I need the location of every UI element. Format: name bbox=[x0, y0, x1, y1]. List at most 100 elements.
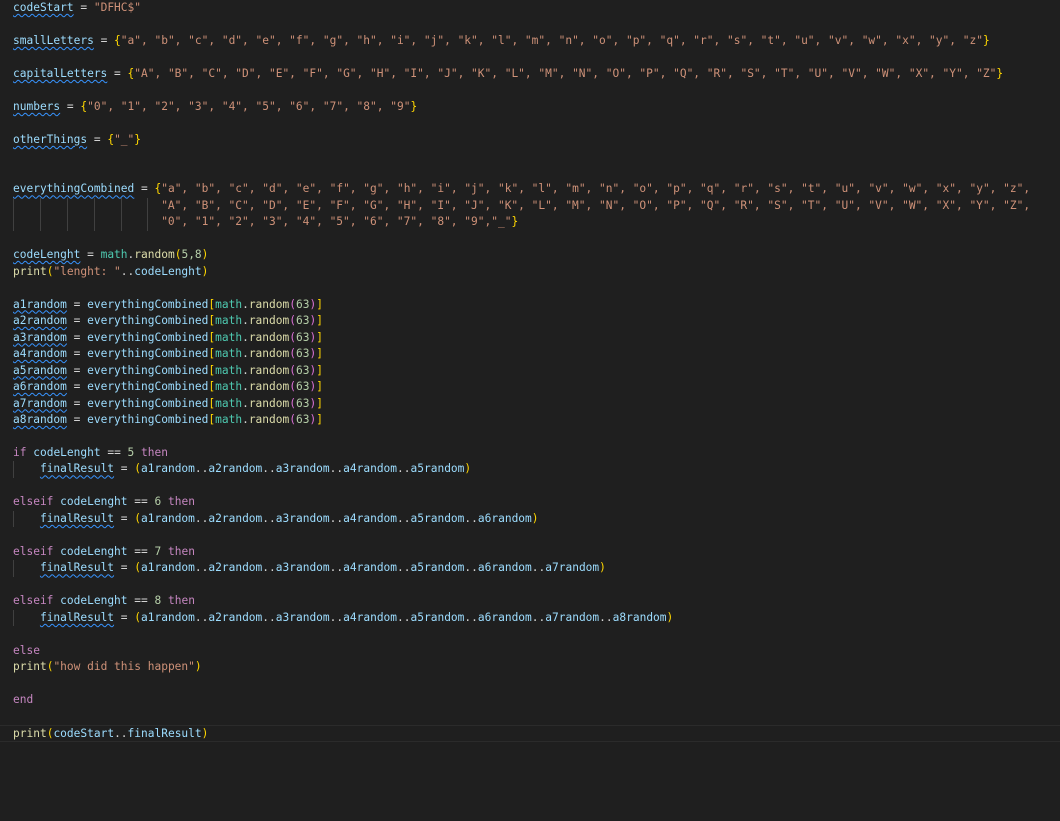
code-line-else[interactable]: else bbox=[0, 643, 1060, 660]
code-token: .. bbox=[262, 462, 276, 476]
code-line-a6random[interactable]: a6random = everythingCombined[math.rando… bbox=[0, 379, 1060, 396]
code-line-finalresult-7[interactable]: finalResult = (a1random..a2random..a3ran… bbox=[0, 560, 1060, 577]
code-token: math bbox=[215, 380, 243, 394]
code-token: then bbox=[141, 445, 168, 459]
code-line-everythingcombined[interactable]: everythingCombined = {"a", "b", "c", "d"… bbox=[0, 181, 1060, 198]
code-token: = bbox=[66, 297, 88, 311]
code-token: = bbox=[80, 248, 101, 262]
indent-guide bbox=[40, 197, 41, 231]
code-token: everythingCombined bbox=[87, 380, 209, 394]
code-token: ( bbox=[289, 314, 296, 328]
code-line-final-print[interactable]: print(codeStart..finalResult) bbox=[0, 725, 1060, 742]
code-line-smallletters[interactable]: smallLetters = {"a", "b", "c", "d", "e",… bbox=[0, 33, 1060, 50]
code-token: .. bbox=[397, 462, 411, 476]
code-token: everythingCombined bbox=[13, 182, 135, 196]
code-token: ( bbox=[289, 380, 296, 394]
code-token: ) bbox=[201, 248, 209, 262]
code-token: "lenght: " bbox=[53, 264, 121, 278]
code-line-finalresult-5[interactable]: finalResult = (a1random..a2random..a3ran… bbox=[0, 461, 1060, 478]
code-line-if-5[interactable]: if codeLenght == 5 then bbox=[0, 445, 1060, 462]
code-token: .. bbox=[194, 462, 209, 476]
code-line-everythingcombined-2[interactable]: "A", "B", "C", "D", "E", "F", "G", "H", … bbox=[0, 198, 1060, 215]
code-token: .. bbox=[329, 610, 344, 624]
code-token: { bbox=[114, 33, 121, 47]
code-token: = bbox=[66, 347, 88, 361]
code-token: everythingCombined bbox=[87, 413, 209, 426]
code-token: = bbox=[114, 561, 135, 575]
code-token: ( bbox=[134, 511, 142, 525]
code-line-everythingcombined-3[interactable]: "0", "1", "2", "3", "4", "5", "6", "7", … bbox=[0, 214, 1060, 231]
code-token: ( bbox=[289, 297, 296, 311]
code-line-elseif-8[interactable]: elseif codeLenght == 8 then bbox=[0, 593, 1060, 610]
code-line-numbers[interactable]: numbers = {"0", "1", "2", "3", "4", "5",… bbox=[0, 99, 1060, 116]
code-token: random bbox=[248, 396, 290, 410]
code-token: } bbox=[982, 33, 990, 47]
code-editor[interactable]: codeStart = "DFHC$" smallLetters = {"a", … bbox=[0, 0, 1060, 821]
code-line-print-lenght[interactable]: print("lenght: "..codeLenght) bbox=[0, 264, 1060, 281]
code-token: ] bbox=[316, 413, 323, 426]
code-token: . bbox=[242, 314, 249, 328]
code-token: a2random bbox=[208, 511, 263, 525]
code-token: a1random bbox=[141, 462, 195, 476]
code-token: == bbox=[127, 544, 155, 558]
code-token: a2random bbox=[208, 561, 263, 575]
code-token: codeStart bbox=[53, 727, 115, 741]
code-line-capitalletters[interactable]: capitalLetters = {"A", "B", "C", "D", "E… bbox=[0, 66, 1060, 83]
code-token: ] bbox=[316, 347, 323, 361]
code-token: . bbox=[242, 380, 249, 394]
indent-guide bbox=[67, 197, 68, 231]
code-line-a5random[interactable]: a5random = everythingCombined[math.rando… bbox=[0, 363, 1060, 380]
code-line-a8random[interactable]: a8random = everythingCombined[math.rando… bbox=[0, 412, 1060, 429]
code-token: a8random bbox=[13, 413, 67, 426]
code-line-a2random[interactable]: a2random = everythingCombined[math.rando… bbox=[0, 313, 1060, 330]
code-token: math bbox=[215, 363, 243, 377]
code-token: else bbox=[13, 643, 40, 657]
code-token: a5random bbox=[410, 462, 465, 476]
code-token: "A", "B", "C", "D", "E", "F", "G", "H", … bbox=[161, 198, 1031, 212]
code-token: "how did this happen" bbox=[53, 660, 195, 674]
code-token: everythingCombined bbox=[87, 297, 209, 311]
code-token: a4random bbox=[343, 462, 398, 476]
code-token: a5random bbox=[13, 363, 67, 377]
code-token: elseif bbox=[13, 495, 54, 509]
code-line-finalresult-8[interactable]: finalResult = (a1random..a2random..a3ran… bbox=[0, 610, 1060, 627]
code-token: = bbox=[60, 99, 81, 113]
code-token: ( bbox=[289, 396, 296, 410]
code-token: random bbox=[248, 413, 290, 426]
code-token: .. bbox=[114, 727, 128, 741]
code-token: = bbox=[114, 511, 135, 525]
code-token: ( bbox=[134, 462, 142, 476]
code-line-otherthings[interactable]: otherThings = {"_"} bbox=[0, 132, 1060, 149]
code-line-elseif-7[interactable]: elseif codeLenght == 7 then bbox=[0, 544, 1060, 561]
code-token: = bbox=[93, 33, 115, 47]
code-line-a1random[interactable]: a1random = everythingCombined[math.rando… bbox=[0, 297, 1060, 314]
code-line-codelenght[interactable]: codeLenght = math.random(5,8) bbox=[0, 247, 1060, 264]
code-line-a7random[interactable]: a7random = everythingCombined[math.rando… bbox=[0, 396, 1060, 413]
code-token: } bbox=[134, 132, 142, 146]
code-token: .. bbox=[599, 610, 613, 624]
code-line-print-else[interactable]: print("how did this happen") bbox=[0, 659, 1060, 676]
code-token: .. bbox=[262, 511, 276, 525]
code-token: . bbox=[242, 413, 249, 426]
code-line-elseif-6[interactable]: elseif codeLenght == 6 then bbox=[0, 494, 1060, 511]
code-token: a2random bbox=[208, 610, 263, 624]
code-token: finalResult bbox=[39, 511, 115, 525]
code-line-end[interactable]: end bbox=[0, 692, 1060, 709]
code-token: "a", "b", "c", "d", "e", "f", "g", "h", … bbox=[161, 182, 1031, 196]
code-token: numbers bbox=[13, 99, 61, 113]
code-token: ( bbox=[134, 610, 142, 624]
code-line-a3random[interactable]: a3random = everythingCombined[math.rando… bbox=[0, 330, 1060, 347]
code-line-a4random[interactable]: a4random = everythingCombined[math.rando… bbox=[0, 346, 1060, 363]
code-token: .. bbox=[397, 561, 411, 575]
code-token: a3random bbox=[275, 511, 330, 525]
code-token: math bbox=[215, 330, 243, 344]
code-token: .. bbox=[194, 610, 209, 624]
code-token: = bbox=[66, 363, 88, 377]
code-line-finalresult-6[interactable]: finalResult = (a1random..a2random..a3ran… bbox=[0, 511, 1060, 528]
code-token: .. bbox=[397, 610, 411, 624]
code-line-codestart[interactable]: codeStart = "DFHC$" bbox=[0, 0, 1060, 17]
code-token: everythingCombined bbox=[87, 330, 209, 344]
code-token: ] bbox=[316, 396, 323, 410]
code-token: a3random bbox=[13, 330, 67, 344]
